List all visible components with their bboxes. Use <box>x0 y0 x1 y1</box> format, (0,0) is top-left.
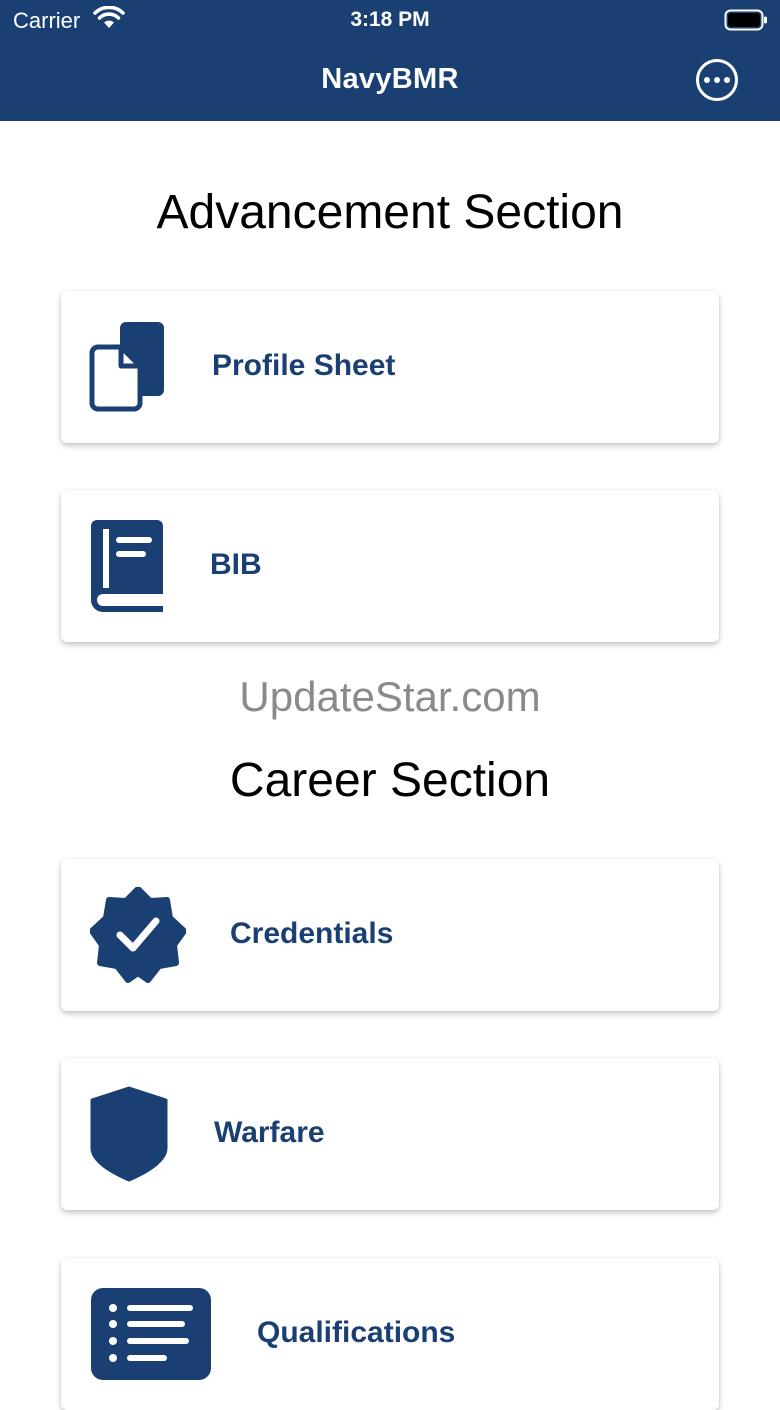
profile-sheet-card[interactable]: Profile Sheet <box>61 291 719 443</box>
verified-badge-icon <box>90 887 186 983</box>
book-icon <box>91 520 163 612</box>
profile-sheet-label: Profile Sheet <box>212 349 396 382</box>
watermark: UpdateStar.com <box>239 673 541 720</box>
ellipsis-circle-icon <box>704 77 710 83</box>
ellipsis-dot <box>714 77 720 83</box>
warfare-label: Warfare <box>214 1116 325 1149</box>
bib-card[interactable]: BIB <box>61 490 719 642</box>
qualifications-card[interactable]: Qualifications <box>61 1258 719 1410</box>
status-time: 3:18 PM <box>350 8 430 31</box>
documents-icon <box>89 322 164 412</box>
advancement-section-title: Advancement Section <box>156 186 624 239</box>
shield-icon <box>90 1086 168 1182</box>
nav-title: NavyBMR <box>321 63 459 95</box>
credentials-label: Credentials <box>230 917 394 950</box>
top-bar: Carrier 3:18 PM NavyBMR <box>0 0 780 121</box>
career-section-title: Career Section <box>229 754 551 807</box>
ellipsis-dot <box>724 77 730 83</box>
more-options-button[interactable] <box>696 59 738 101</box>
status-bar: Carrier 3:18 PM <box>0 0 780 42</box>
credentials-card[interactable]: Credentials <box>61 859 719 1011</box>
battery-icon <box>724 9 767 31</box>
list-icon <box>91 1288 211 1380</box>
qualifications-label: Qualifications <box>257 1316 456 1349</box>
bib-label: BIB <box>210 548 262 581</box>
warfare-card[interactable]: Warfare <box>61 1058 719 1210</box>
